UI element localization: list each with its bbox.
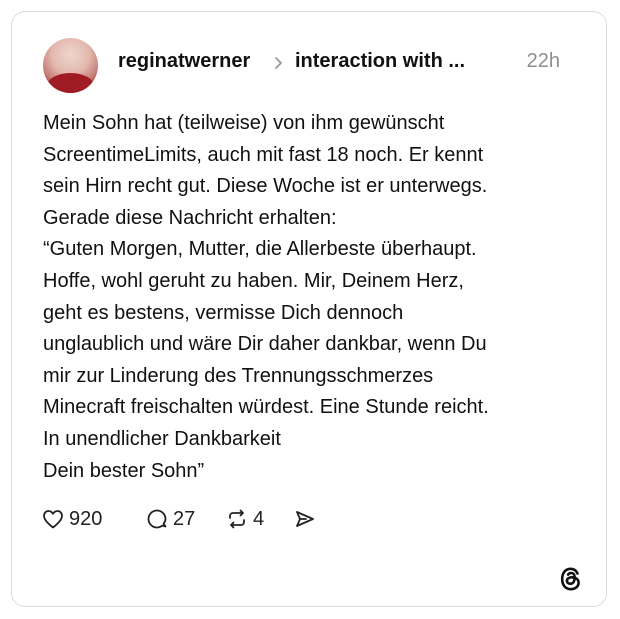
like-button[interactable]: 920	[41, 502, 102, 536]
action-bar: 920 27 4	[41, 502, 361, 536]
chevron-right-icon	[275, 57, 282, 69]
comment-icon	[147, 509, 167, 529]
thread-title[interactable]: interaction with ...	[295, 50, 485, 73]
repost-button[interactable]: 4	[225, 502, 264, 536]
post-header: reginatwerner interaction with ... 22h	[118, 50, 570, 80]
post-text: Mein Sohn hat (teilweise) von ihm gewüns…	[43, 112, 489, 482]
post-card: reginatwerner interaction with ... 22h M…	[11, 11, 607, 607]
timestamp: 22h	[526, 50, 560, 72]
share-button[interactable]	[293, 502, 317, 536]
repost-icon	[229, 509, 245, 529]
heart-icon	[43, 510, 63, 529]
like-count: 920	[69, 507, 103, 530]
reply-button[interactable]: 27	[145, 502, 195, 536]
repost-count: 4	[253, 507, 265, 530]
avatar[interactable]	[43, 38, 98, 93]
username[interactable]: reginatwerner	[118, 50, 250, 73]
threads-logo-icon	[560, 567, 580, 591]
send-icon	[296, 511, 314, 527]
reply-count: 27	[173, 507, 196, 530]
